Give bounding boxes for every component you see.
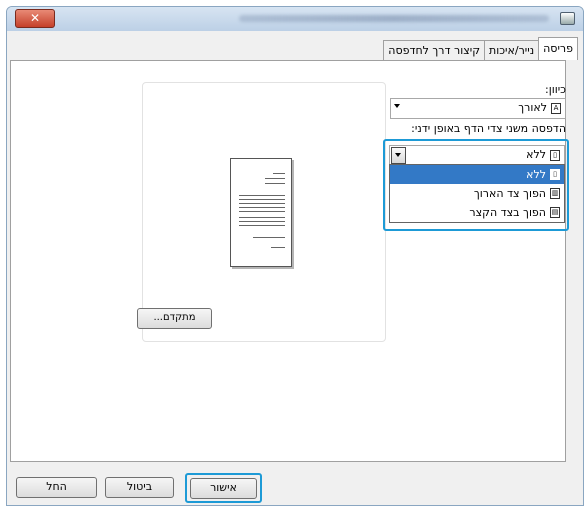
tab-printing-shortcuts[interactable]: קיצור דרך לחדפסה [383,40,486,60]
close-icon: ✕ [29,11,41,25]
orientation-value: לאורך [518,101,547,114]
duplex-option-flip-long[interactable]: ▥ הפוך צד הארוך [390,184,564,203]
flip-long-edge-icon: ▥ [550,188,560,199]
duplex-dropdown-list: ▯ ללא ▥ הפוך צד הארוך ▤ הפוך בצד הקצר [389,164,565,223]
duplex-label: הדפסה משני צדי הדף באופן ידני: [411,122,566,135]
duplex-select[interactable]: ▯ ללא [389,145,565,166]
advanced-button[interactable]: מתקדם... [137,308,212,329]
portrait-page-icon: A [551,102,561,114]
duplex-dropdown-button[interactable] [391,147,406,164]
single-page-icon: ▯ [550,169,560,180]
layout-tab-panel [10,60,566,462]
chevron-down-icon [394,104,400,108]
duplex-value: ללא [526,148,546,161]
document-preview-icon [230,158,292,267]
close-button[interactable]: ✕ [15,9,55,28]
ok-button[interactable]: אישור [190,478,257,499]
flip-short-edge-icon: ▤ [550,207,560,218]
chevron-down-icon [395,153,401,157]
tab-strip: פריסה נייר/איכות קיצור דרך לחדפסה [383,37,578,60]
page-preview [142,82,386,342]
single-page-icon: ▯ [550,149,560,161]
window-title-blurred [239,15,549,22]
printer-icon [560,12,575,25]
duplex-option-none[interactable]: ▯ ללא [390,165,564,184]
orientation-label: כיוון: [545,83,566,96]
title-bar: ✕ [7,7,583,31]
tab-layout[interactable]: פריסה [538,37,578,60]
apply-button[interactable]: החל [16,477,97,498]
tab-paper-quality[interactable]: נייר/איכות [484,40,540,60]
duplex-option-flip-short[interactable]: ▤ הפוך בצד הקצר [390,203,564,222]
cancel-button[interactable]: ביטול [105,477,174,498]
orientation-select[interactable]: A לאורך [390,98,566,119]
